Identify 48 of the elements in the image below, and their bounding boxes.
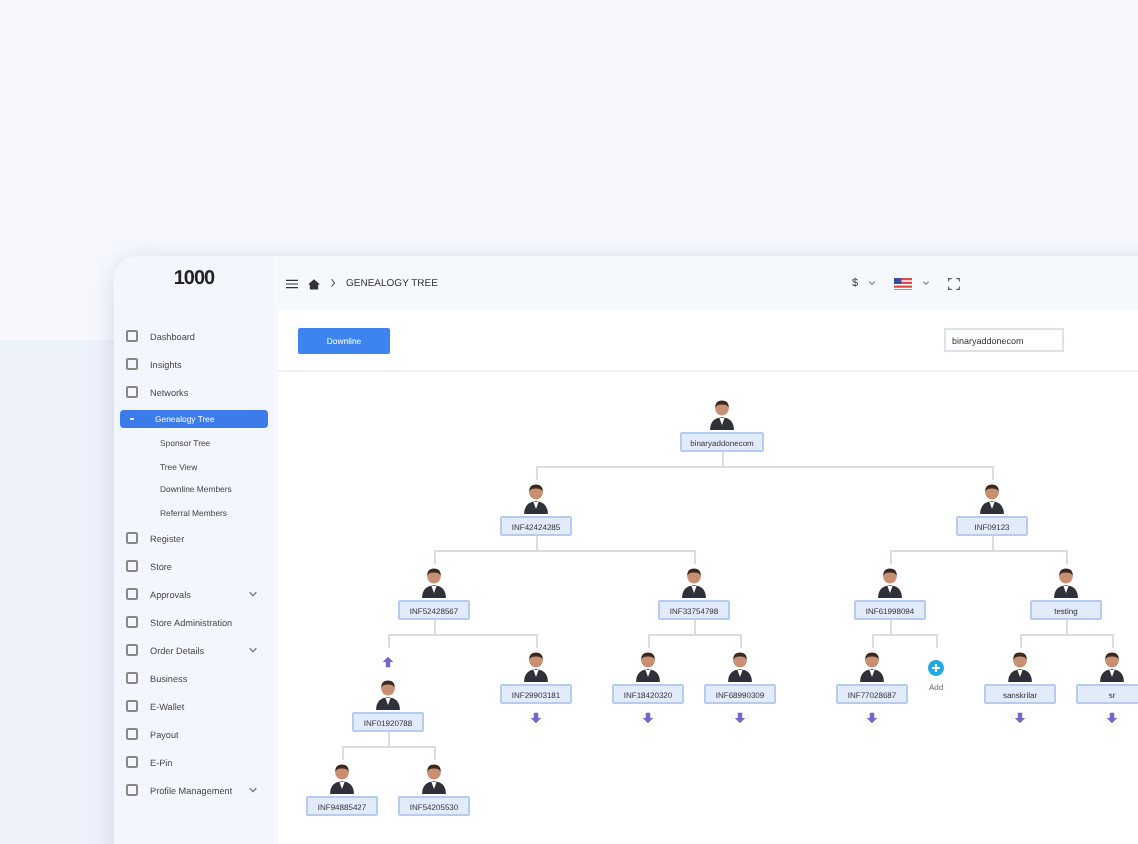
square-icon [126,672,138,684]
chevron-icon [330,278,336,288]
down-arrow-icon[interactable] [1014,712,1026,724]
square-icon [126,644,138,656]
square-icon [126,784,138,796]
person-avatar-icon [978,480,1006,514]
square-icon [126,700,138,712]
square-icon [126,616,138,628]
add-icon[interactable] [928,660,944,676]
menu-icon[interactable] [286,277,298,289]
square-icon [126,560,138,572]
down-arrow-icon[interactable] [734,712,746,724]
person-avatar-icon [1052,564,1080,598]
down-arrow-icon[interactable] [530,712,542,724]
up-arrow-icon[interactable] [382,656,394,668]
person-avatar-icon [522,480,550,514]
square-icon [126,588,138,600]
person-avatar-icon [328,760,356,794]
down-arrow-icon[interactable] [642,712,654,724]
flag-icon[interactable] [894,277,912,289]
square-icon [126,532,138,544]
caret-icon [248,590,258,598]
logo: 1000 [171,268,217,290]
person-avatar-icon [876,564,904,598]
caret-icon[interactable] [868,280,876,286]
person-avatar-icon [420,564,448,598]
person-avatar-icon [680,564,708,598]
caret-icon [248,646,258,654]
person-avatar-icon [374,676,402,710]
person-avatar-icon [1098,648,1126,682]
person-avatar-icon [522,648,550,682]
down-arrow-icon[interactable] [1106,712,1118,724]
home-icon[interactable] [308,277,320,289]
person-avatar-icon [708,396,736,430]
square-icon [126,756,138,768]
person-avatar-icon [726,648,754,682]
person-avatar-icon [420,760,448,794]
fullscreen-icon[interactable] [948,277,960,289]
square-icon [126,386,138,398]
square-icon [126,330,138,342]
person-avatar-icon [858,648,886,682]
square-icon [126,728,138,740]
caret-icon [248,786,258,794]
person-avatar-icon [634,648,662,682]
square-icon [126,358,138,370]
person-avatar-icon [1006,648,1034,682]
caret-icon[interactable] [922,280,930,286]
down-arrow-icon[interactable] [866,712,878,724]
